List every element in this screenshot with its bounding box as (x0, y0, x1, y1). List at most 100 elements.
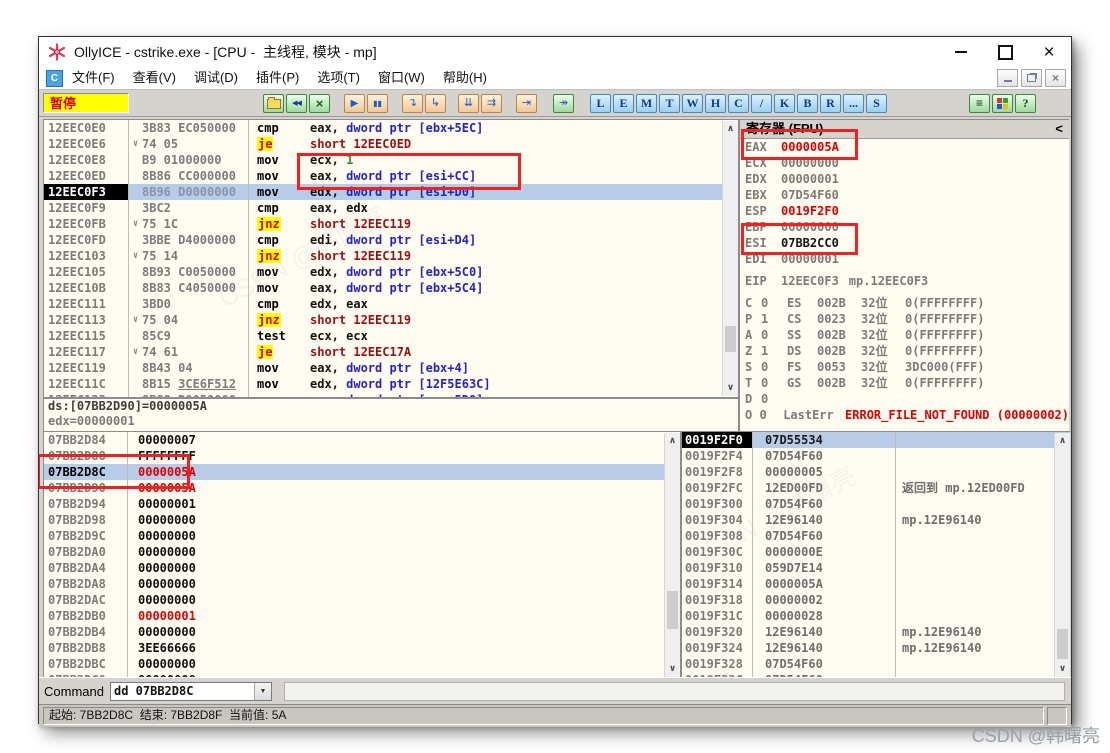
dump-scrollbar[interactable]: ∧ ∨ (664, 433, 680, 677)
flag-row[interactable]: O0LastErrERROR_FILE_NOT_FOUND (00000002) (740, 407, 1069, 423)
dump-row[interactable]: 07BB2D8C0000005A (44, 464, 680, 480)
disasm-row[interactable]: 12EEC1113BD0cmpedx, eax (44, 296, 738, 312)
open-file-button[interactable] (263, 94, 284, 113)
stack-row[interactable]: 0019F2F800000005 (682, 464, 1070, 480)
menu-item-5[interactable]: 窗口(W) (369, 68, 434, 88)
scroll-up-icon[interactable]: ∧ (665, 436, 680, 446)
memory-map-button[interactable]: M (636, 94, 657, 113)
stack-row[interactable]: 0019F31C00000028 (682, 608, 1070, 624)
dump-row[interactable]: 07BB2DB83EE66666 (44, 640, 680, 656)
scroll-down-icon[interactable]: ∨ (723, 383, 738, 393)
register-row[interactable]: EDI00000001 (740, 251, 1069, 267)
flag-row[interactable]: T0GS002B32位0(FFFFFFFF) (740, 375, 1069, 391)
stack-row[interactable]: 0019F30007D54F60 (682, 496, 1070, 512)
source-button[interactable]: S (866, 94, 887, 113)
disasm-row[interactable]: 12EEC10B8B83 C4050000moveax, dword ptr [… (44, 280, 738, 296)
menu-item-6[interactable]: 帮助(H) (434, 68, 496, 88)
stack-row[interactable]: 0019F30412E96140mp.12E96140 (682, 512, 1070, 528)
animate-into-button[interactable]: ⇊ (458, 94, 479, 113)
register-row[interactable]: EAX0000005A (740, 139, 1069, 155)
executable-modules-button[interactable]: E (613, 94, 634, 113)
disasm-row[interactable]: 12EEC11C8B15 3CE6F512movedx, dword ptr [… (44, 376, 738, 392)
flag-row[interactable]: C0ES002B32位0(FFFFFFFF) (740, 295, 1069, 311)
disasm-row[interactable]: 12EEC0E8B9 01000000movecx, 1 (44, 152, 738, 168)
stack-row[interactable]: 0019F2F007D55534 (682, 432, 1070, 448)
threads-button[interactable]: T (659, 94, 680, 113)
disasm-row[interactable]: 12EEC117∨74 61jeshort 12EEC17A (44, 344, 738, 360)
child-restore-button[interactable] (1021, 69, 1042, 87)
register-row[interactable]: ESP0019F2F0 (740, 203, 1069, 219)
register-row[interactable]: EDX00000001 (740, 171, 1069, 187)
animate-over-button[interactable]: ⇉ (481, 94, 502, 113)
register-row[interactable]: EBX07D54F60 (740, 187, 1069, 203)
patches-button[interactable]: / (751, 94, 772, 113)
dump-row[interactable]: 07BB2D88FFFFFFFF (44, 448, 680, 464)
menu-item-1[interactable]: 查看(V) (124, 68, 185, 88)
scroll-down-icon[interactable]: ∨ (1055, 664, 1070, 674)
dump-row[interactable]: 07BB2D8400000007 (44, 432, 680, 448)
disasm-row[interactable]: 12EEC0FB∨75 1Cjnzshort 12EEC119 (44, 216, 738, 232)
combo-dropdown-button[interactable]: ▼ (254, 683, 271, 700)
register-row[interactable]: ESI07BB2CC0 (740, 235, 1069, 251)
restart-button[interactable]: ◀◀ (286, 94, 307, 113)
windows-list-button[interactable]: ≡ (969, 94, 990, 113)
minimize-button[interactable] (939, 37, 983, 67)
stack-row[interactable]: 0019F30807D54F60 (682, 528, 1070, 544)
disasm-row[interactable]: 12EEC103∨75 14jnzshort 12EEC119 (44, 248, 738, 264)
run-button[interactable]: ▶ (344, 94, 365, 113)
disasm-row[interactable]: 12EEC0FD3BBE D4000000cmpedi, dword ptr [… (44, 232, 738, 248)
stack-row[interactable]: 0019F31800000002 (682, 592, 1070, 608)
child-minimize-button[interactable] (997, 69, 1018, 87)
disasm-row[interactable]: 12EEC113∨75 04jnzshort 12EEC119 (44, 312, 738, 328)
eip-row[interactable]: EIP12EEC0F3mp.12EEC0F3 (740, 273, 1069, 289)
disasm-row[interactable]: 12EEC0ED8B86 CC000000moveax, dword ptr [… (44, 168, 738, 184)
cpu-window-button[interactable]: C (728, 94, 749, 113)
dump-row[interactable]: 07BB2D9C00000000 (44, 528, 680, 544)
run-trace-button[interactable]: ... (843, 94, 864, 113)
stack-row[interactable]: 0019F3140000005A (682, 576, 1070, 592)
child-close-button[interactable]: × (1045, 69, 1066, 87)
menu-item-3[interactable]: 插件(P) (247, 68, 308, 88)
flag-row[interactable]: P1CS002332位0(FFFFFFFF) (740, 311, 1069, 327)
step-over-button[interactable]: ↳ (425, 94, 446, 113)
dump-row[interactable]: 07BB2D9800000000 (44, 512, 680, 528)
log-window-button[interactable]: L (590, 94, 611, 113)
menu-item-2[interactable]: 调试(D) (185, 68, 247, 88)
register-row[interactable]: EBP00000000 (740, 219, 1069, 235)
go-to-user-code-button[interactable]: ↠ (553, 94, 574, 113)
menu-item-4[interactable]: 选项(T) (308, 68, 369, 88)
breakpoints-button[interactable]: B (797, 94, 818, 113)
dump-row[interactable]: 07BB2DAC00000000 (44, 592, 680, 608)
stack-row[interactable]: 0019F30C0000000E (682, 544, 1070, 560)
disasm-row[interactable]: 12EEC1058B93 C0050000movedx, dword ptr [… (44, 264, 738, 280)
disasm-row[interactable]: 12EEC1198B43 04moveax, dword ptr [ebx+4] (44, 360, 738, 376)
stack-row[interactable]: 0019F32412E96140mp.12E96140 (682, 640, 1070, 656)
register-row[interactable]: ECX00000000 (740, 155, 1069, 171)
stack-row[interactable]: 0019F32012E96140mp.12E96140 (682, 624, 1070, 640)
collapse-arrow-icon[interactable]: < (1055, 120, 1063, 138)
stack-row[interactable]: 0019F32C07D54F60 (682, 672, 1070, 677)
dump-row[interactable]: 07BB2DA400000000 (44, 560, 680, 576)
appearance-button[interactable] (992, 94, 1013, 113)
disasm-row[interactable]: 12EEC11585C9testecx, ecx (44, 328, 738, 344)
pause-button[interactable]: ▮▮ (367, 94, 388, 113)
close-button[interactable]: × (1027, 37, 1071, 67)
disasm-row[interactable]: 12EEC0F38B96 D0000000movedx, dword ptr [… (44, 184, 738, 200)
dump-row[interactable]: 07BB2DA800000000 (44, 576, 680, 592)
help-button[interactable]: ? (1015, 94, 1036, 113)
handles-button[interactable]: H (705, 94, 726, 113)
dump-row[interactable]: 07BB2D9400000001 (44, 496, 680, 512)
title-bar[interactable]: OllyICE - cstrike.exe - [CPU - 主线程, 模块 -… (39, 37, 1071, 67)
close-program-button[interactable]: × (309, 94, 330, 113)
menu-item-0[interactable]: 文件(F) (63, 68, 124, 88)
references-button[interactable]: R (820, 94, 841, 113)
scrollbar-thumb[interactable] (667, 591, 678, 629)
dump-row[interactable]: 07BB2D900000005A (44, 480, 680, 496)
scroll-up-icon[interactable]: ∧ (723, 124, 738, 134)
flag-row[interactable]: D0 (740, 391, 1069, 407)
dump-row[interactable]: 07BB2DB400000000 (44, 624, 680, 640)
dump-row[interactable]: 07BB2DBC00000000 (44, 656, 680, 672)
step-into-button[interactable]: ↴ (402, 94, 423, 113)
dump-row[interactable]: 07BB2DB000000001 (44, 608, 680, 624)
disasm-row[interactable]: 12EEC0F93BC2cmpeax, edx (44, 200, 738, 216)
